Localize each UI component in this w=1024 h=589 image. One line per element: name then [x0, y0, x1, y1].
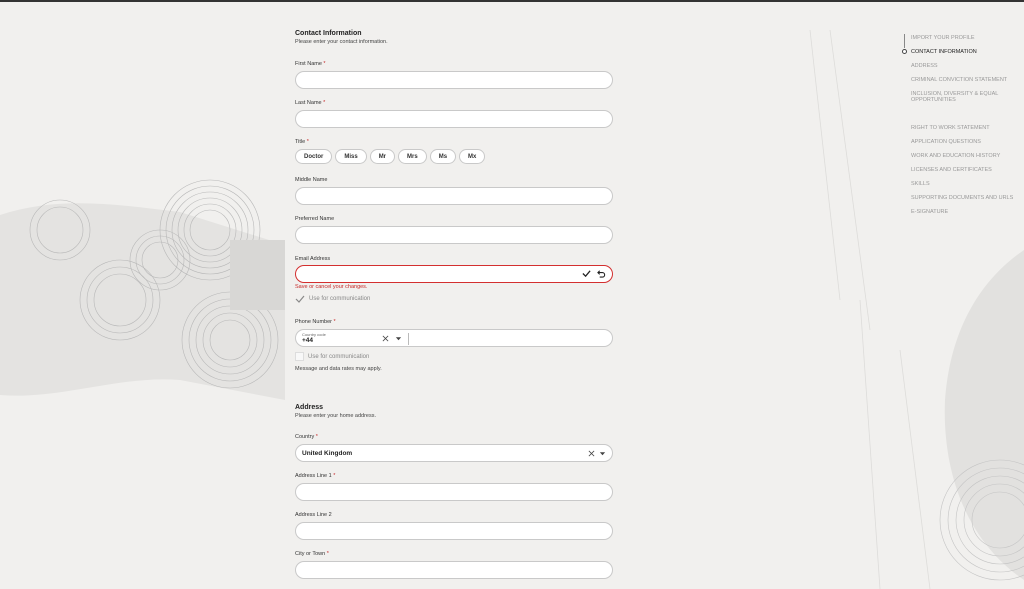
nav-item-right-to-work[interactable]: Right to work statement: [911, 125, 1023, 131]
nav-item-skills[interactable]: Skills: [911, 181, 1023, 187]
undo-icon[interactable]: [597, 269, 606, 278]
preferred-name-label: Preferred Name: [295, 216, 335, 222]
country-select[interactable]: United Kingdom: [295, 444, 613, 462]
city-label: City or Town *: [295, 551, 329, 557]
country-code-value[interactable]: +44: [302, 337, 313, 344]
checkmark-icon: [295, 295, 305, 303]
nav-item-work-education[interactable]: Work and education history: [911, 153, 1023, 159]
phone-use-checkbox[interactable]: [295, 352, 304, 361]
phone-use-for-communication[interactable]: Use for communication: [295, 352, 369, 361]
chevron-down-icon[interactable]: [395, 335, 402, 342]
address-line1-field[interactable]: [295, 483, 613, 501]
rates-note: Message and data rates may apply.: [295, 366, 382, 372]
phone-divider: [408, 333, 409, 345]
nav-item-address[interactable]: Address: [911, 63, 1023, 69]
phone-use-for-communication-label: Use for communication: [308, 353, 370, 360]
nav-item-supporting-documents[interactable]: Supporting documents and URLs: [911, 195, 1023, 201]
country-value: United Kingdom: [302, 450, 353, 457]
country-label: Country *: [295, 434, 318, 440]
title-option-mx[interactable]: Mx: [459, 149, 486, 164]
check-icon[interactable]: [582, 269, 591, 278]
address-line1-label: Address Line 1 *: [295, 473, 336, 479]
email-field[interactable]: [295, 265, 613, 283]
section-title-address: Address: [295, 404, 324, 411]
first-name-label: First Name *: [295, 61, 326, 67]
email-use-for-communication[interactable]: Use for communication: [295, 295, 370, 303]
email-use-for-communication-label: Use for communication: [309, 296, 371, 302]
phone-field: Country code +44: [295, 329, 613, 347]
address-line2-field[interactable]: [295, 522, 613, 540]
title-option-doctor[interactable]: Doctor: [295, 149, 333, 164]
middle-name-label: Middle Name: [295, 177, 328, 183]
nav-item-application-questions[interactable]: Application questions: [911, 139, 1023, 145]
nav-item-import-profile[interactable]: Import your profile: [911, 35, 1023, 41]
section-subtitle-address: Please enter your home address.: [295, 413, 377, 419]
phone-label: Phone Number *: [295, 319, 336, 325]
nav-item-e-signature[interactable]: E-Signature: [911, 209, 1023, 215]
last-name-label: Last Name *: [295, 100, 326, 106]
clear-icon[interactable]: [588, 450, 595, 457]
chevron-down-icon[interactable]: [599, 450, 606, 457]
title-option-miss[interactable]: Miss: [335, 149, 367, 164]
clear-icon[interactable]: [382, 335, 389, 342]
title-option-mr[interactable]: Mr: [369, 149, 396, 164]
nav-current-marker: [902, 49, 907, 54]
title-options: Doctor Miss Mr Mrs Ms Mx: [295, 149, 486, 164]
nav-progress-line: [904, 34, 905, 48]
email-label: Email Address: [295, 256, 331, 262]
address-line2-label: Address Line 2: [295, 512, 332, 518]
last-name-field[interactable]: [295, 110, 613, 128]
email-error-message: Save or cancel your changes.: [295, 284, 368, 290]
nav-item-contact-information[interactable]: Contact information: [911, 49, 1023, 55]
nav-item-licenses-certificates[interactable]: Licenses and certificates: [911, 167, 1023, 173]
city-field[interactable]: [295, 561, 613, 579]
title-label: Title *: [295, 139, 309, 145]
nav-item-criminal-conviction[interactable]: Criminal conviction statement: [911, 77, 1023, 83]
title-option-ms[interactable]: Ms: [429, 149, 457, 164]
application-form: Contact Information Please enter your co…: [295, 30, 613, 579]
first-name-field[interactable]: [295, 71, 613, 89]
section-subtitle-contact: Please enter your contact information.: [295, 39, 388, 45]
middle-name-field[interactable]: [295, 187, 613, 205]
section-title-contact: Contact Information: [295, 30, 362, 37]
top-bar: [0, 0, 1024, 2]
nav-item-inclusion-diversity[interactable]: Inclusion, diversity & equal opportuniti…: [911, 91, 1023, 103]
preferred-name-field[interactable]: [295, 226, 613, 244]
title-option-mrs[interactable]: Mrs: [398, 149, 427, 164]
